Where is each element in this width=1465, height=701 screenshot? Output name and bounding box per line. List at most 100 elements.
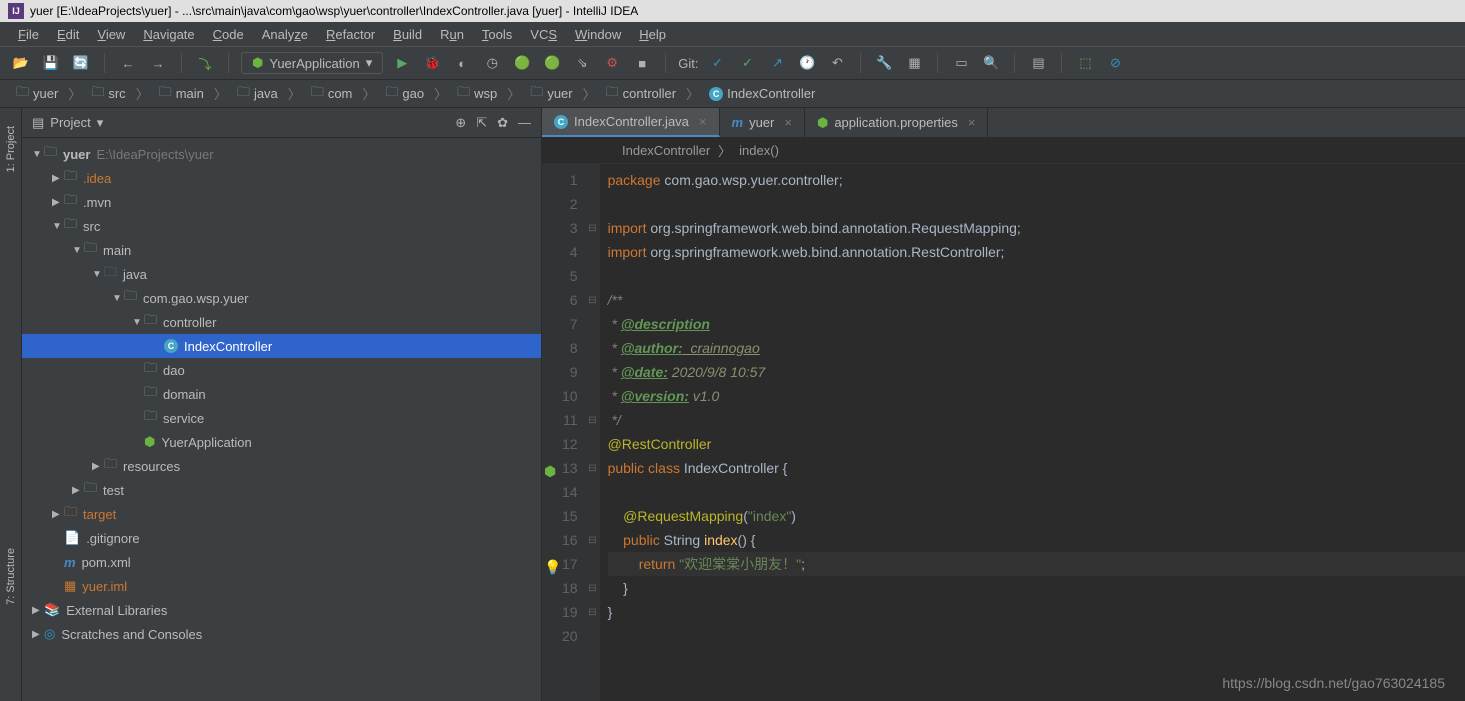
debug-icon[interactable]: 🐞 [421,52,443,74]
tree-controller[interactable]: ▼🗀controller [22,310,541,334]
intention-bulb-icon[interactable]: 💡 [544,555,561,579]
forward-icon[interactable]: → [147,52,169,74]
settings-icon[interactable]: 🔧 [873,52,895,74]
tree-root[interactable]: ▼🗀yuerE:\IdeaProjects\yuer [22,142,541,166]
menu-tools[interactable]: Tools [474,25,520,44]
chevron-right-icon: 〉 [68,84,81,103]
tree-src[interactable]: ▼🗀src [22,214,541,238]
breadcrumb-src[interactable]: 🗀 src [85,81,131,107]
vcs-push-icon[interactable]: ↗ [766,52,788,74]
disable-icon[interactable]: ⊘ [1104,52,1126,74]
run-config-selector[interactable]: ⬢ YuerApplication ▾ [241,52,383,74]
breadcrumb-main[interactable]: 🗀 main [153,81,210,107]
menu-help[interactable]: Help [631,25,674,44]
tree-gitignore[interactable]: 📄.gitignore [22,526,541,550]
open-icon[interactable]: 📂 [10,52,32,74]
chevron-down-icon[interactable]: ▾ [97,115,104,131]
hide-icon[interactable]: — [518,115,531,130]
menu-file[interactable]: File [10,25,47,44]
tree-test[interactable]: ▶🗀test [22,478,541,502]
tree-target[interactable]: ▶🗀target [22,502,541,526]
tree-pom[interactable]: mpom.xml [22,550,541,574]
tree-service[interactable]: 🗀service [22,406,541,430]
fold-column[interactable]: ⊟ ⊟ ⊟ ⊟ ⊟⊟ ⊟ [586,164,600,701]
tree-index-controller[interactable]: CIndexController [22,334,541,358]
vcs-commit-icon[interactable]: ✓ [736,52,758,74]
tab-app-properties[interactable]: ⬢ application.properties × [805,108,989,137]
attach-icon[interactable]: ⇘ [571,52,593,74]
tree-main[interactable]: ▼🗀main [22,238,541,262]
task-icon[interactable]: ▤ [1027,52,1049,74]
tab-project-tool[interactable]: 1: Project [3,118,19,180]
breadcrumb-yuer[interactable]: 🗀 yuer [10,81,64,107]
jrebel-panel-icon[interactable]: ⬚ [1074,52,1096,74]
tree-java[interactable]: ▼🗀java [22,262,541,286]
editor-breadcrumb-class[interactable]: IndexController [622,143,710,158]
tree-iml[interactable]: ▦yuer.iml [22,574,541,598]
project-tree[interactable]: ▼🗀yuerE:\IdeaProjects\yuer ▶🗀.idea ▶🗀.mv… [22,138,541,701]
close-icon[interactable]: × [699,114,707,129]
jrebel-icon[interactable]: 🟢 [541,52,563,74]
code-content[interactable]: package com.gao.wsp.yuer.controller; imp… [600,164,1465,701]
vcs-update-icon[interactable]: ✓ [706,52,728,74]
concurrency-icon[interactable]: 🟢 [511,52,533,74]
close-icon[interactable]: × [784,115,792,130]
profile-icon[interactable]: ◷ [481,52,503,74]
search-icon[interactable]: 🔍 [980,52,1002,74]
locate-icon[interactable]: ⊕ [455,115,466,131]
breadcrumb-wsp[interactable]: 🗀 wsp [451,81,503,107]
tab-structure-tool[interactable]: 7: Structure [3,540,19,613]
layout-icon[interactable]: ▭ [950,52,972,74]
menu-build[interactable]: Build [385,25,430,44]
tab-index-controller[interactable]: C IndexController.java × [542,108,720,137]
breadcrumb-java[interactable]: 🗀 java [231,81,284,107]
menu-view[interactable]: View [89,25,133,44]
menu-analyze[interactable]: Analyze [254,25,316,44]
separator [228,53,229,73]
menu-window[interactable]: Window [567,25,629,44]
tree-dao[interactable]: 🗀dao [22,358,541,382]
separator [104,53,105,73]
gear-icon[interactable]: ✿ [497,115,508,131]
breadcrumb-controller[interactable]: 🗀 controller [600,81,682,107]
tree-idea[interactable]: ▶🗀.idea [22,166,541,190]
coverage-icon[interactable]: ◐ [451,52,473,74]
menu-edit[interactable]: Edit [49,25,87,44]
breadcrumb-class[interactable]: C IndexController [703,84,821,103]
tree-pkg[interactable]: ▼🗀com.gao.wsp.yuer [22,286,541,310]
tree-resources[interactable]: ▶🗀resources [22,454,541,478]
vcs-revert-icon[interactable]: ↶ [826,52,848,74]
menu-navigate[interactable]: Navigate [135,25,202,44]
vcs-history-icon[interactable]: 🕐 [796,52,818,74]
sync-icon[interactable]: 🔄 [70,52,92,74]
menu-refactor[interactable]: Refactor [318,25,383,44]
project-panel: ▤ Project ▾ ⊕ ⇱ ✿ — ▼🗀yuerE:\IdeaProject… [22,108,542,701]
spring-gutter-icon[interactable]: ⬢ [544,459,556,483]
tree-mvn[interactable]: ▶🗀.mvn [22,190,541,214]
collapse-icon[interactable]: ⇱ [476,115,487,131]
editor-breadcrumb-method[interactable]: index() [739,143,779,158]
menu-code[interactable]: Code [205,25,252,44]
line-gutter[interactable]: 123 456 789 101112 13⬢ 141516 17💡 181920 [542,164,586,701]
close-icon[interactable]: × [968,115,976,130]
back-icon[interactable]: ← [117,52,139,74]
code-editor[interactable]: 123 456 789 101112 13⬢ 141516 17💡 181920… [542,164,1465,701]
tree-domain[interactable]: 🗀domain [22,382,541,406]
props-icon: ⬢ [817,115,828,131]
tree-scratches[interactable]: ▶◎Scratches and Consoles [22,622,541,646]
breadcrumb-gao[interactable]: 🗀 gao [379,81,430,107]
tab-yuer[interactable]: m yuer × [720,108,805,137]
tree-yuer-app[interactable]: ⬢YuerApplication [22,430,541,454]
menu-run[interactable]: Run [432,25,472,44]
tools-icon[interactable]: ⚙ [601,52,623,74]
stop-icon[interactable]: ■ [631,52,653,74]
build-icon[interactable]: ⤵ [194,52,216,74]
tree-ext-libs[interactable]: ▶📚External Libraries [22,598,541,622]
save-icon[interactable]: 💾 [40,52,62,74]
menu-vcs[interactable]: VCS [522,25,565,44]
run-icon[interactable]: ▶ [391,52,413,74]
structure-icon[interactable]: ▦ [903,52,925,74]
breadcrumb-com[interactable]: 🗀 com [305,81,359,107]
run-config-label: YuerApplication [269,56,359,71]
breadcrumb-yuer2[interactable]: 🗀 yuer [524,81,578,107]
